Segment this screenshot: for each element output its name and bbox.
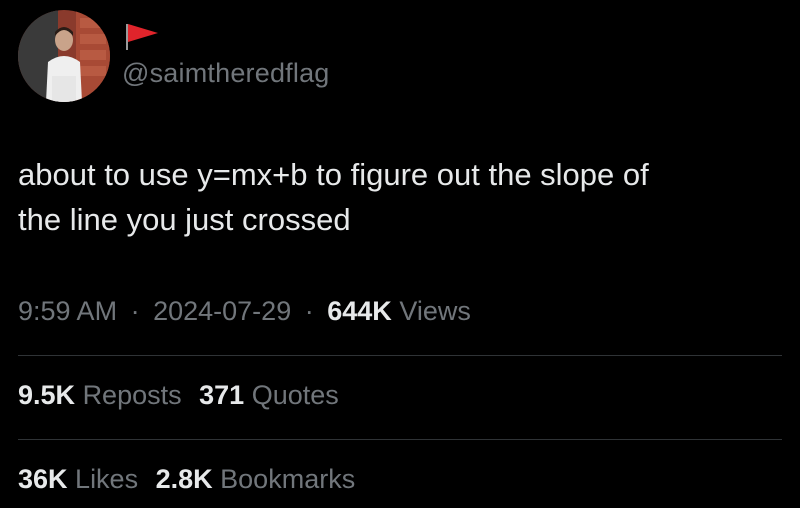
bookmarks-label: Bookmarks (220, 464, 356, 494)
divider (18, 439, 782, 440)
avatar[interactable] (18, 10, 110, 102)
reposts-stat[interactable]: 9.5K Reposts (18, 380, 182, 411)
tweet-text: about to use y=mx+b to figure out the sl… (18, 152, 778, 242)
separator-dot: · (304, 296, 314, 326)
separator-dot: · (130, 296, 140, 326)
engagement-row-reposts-quotes: 9.5K Reposts 371 Quotes (18, 380, 349, 411)
bookmarks-count: 2.8K (155, 464, 213, 494)
engagement-row-likes-bookmarks: 36K Likes 2.8K Bookmarks (18, 464, 365, 495)
quotes-label: Quotes (251, 380, 339, 410)
reposts-count: 9.5K (18, 380, 76, 410)
author-handle[interactable]: @saimtheredflag (122, 58, 330, 89)
tweet-time[interactable]: 9:59 AM (18, 296, 117, 326)
reposts-label: Reposts (82, 380, 182, 410)
tweet-text-line: about to use y=mx+b to figure out the sl… (18, 157, 649, 192)
red-flag-icon (124, 22, 160, 52)
divider (18, 355, 782, 356)
views-label: Views (399, 296, 471, 326)
quotes-stat[interactable]: 371 Quotes (199, 380, 339, 411)
bookmarks-stat[interactable]: 2.8K Bookmarks (156, 464, 356, 495)
tweet-date[interactable]: 2024-07-29 (153, 296, 291, 326)
likes-count: 36K (18, 464, 68, 494)
quotes-count: 371 (199, 380, 245, 410)
likes-label: Likes (75, 464, 139, 494)
profile-photo (18, 10, 110, 102)
likes-stat[interactable]: 36K Likes (18, 464, 138, 495)
tweet-meta: 9:59 AM · 2024-07-29 · 644K Views (18, 296, 471, 327)
tweet-text-line: the line you just crossed (18, 202, 351, 237)
views-count: 644K (327, 296, 392, 326)
